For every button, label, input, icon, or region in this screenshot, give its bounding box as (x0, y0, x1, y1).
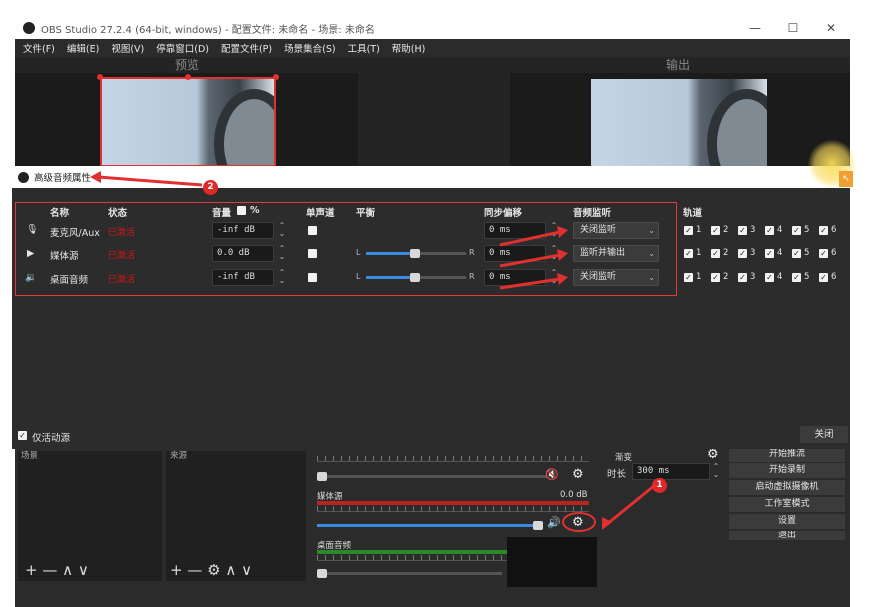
only-active-checkbox[interactable]: ✓ (18, 431, 27, 440)
only-active-label: 仅活动源 (32, 433, 71, 444)
dialog-close-button[interactable]: 关闭 (800, 426, 848, 443)
